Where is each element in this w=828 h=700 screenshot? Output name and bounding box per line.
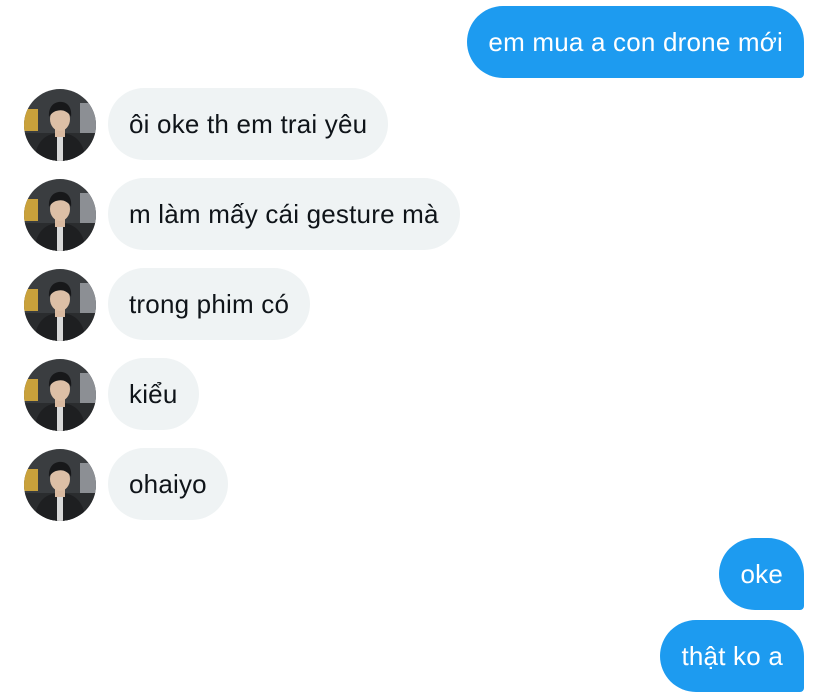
avatar-image: [24, 449, 96, 521]
avatar-image: [24, 359, 96, 431]
message-text: thật ko a: [681, 641, 783, 671]
sent-message-bubble[interactable]: oke: [719, 538, 804, 610]
received-message-bubble[interactable]: ôi oke th em trai yêu: [108, 88, 389, 160]
avatar-image: [24, 269, 96, 341]
received-message-bubble[interactable]: kiểu: [108, 358, 199, 430]
message-text: ôi oke th em trai yêu: [129, 109, 368, 139]
sent-message-bubble[interactable]: em mua a con drone mới: [467, 6, 804, 78]
avatar-image: [24, 179, 96, 251]
message-text: ohaiyo: [129, 469, 207, 499]
user-avatar[interactable]: [24, 269, 96, 341]
received-message-bubble[interactable]: ohaiyo: [108, 448, 228, 520]
message-text: trong phim có: [129, 289, 290, 319]
sent-message-bubble[interactable]: thật ko a: [660, 620, 804, 692]
message-text: em mua a con drone mới: [488, 27, 783, 57]
user-avatar[interactable]: [24, 179, 96, 251]
received-message-bubble[interactable]: trong phim có: [108, 268, 311, 340]
message-thread: em mua a con drone mới ôi oke th em trai…: [0, 0, 828, 700]
message-text: kiểu: [129, 379, 178, 409]
user-avatar[interactable]: [24, 89, 96, 161]
message-text: m làm mấy cái gesture mà: [129, 199, 439, 229]
message-text: oke: [740, 559, 783, 589]
user-avatar[interactable]: [24, 359, 96, 431]
user-avatar[interactable]: [24, 449, 96, 521]
avatar-image: [24, 89, 96, 161]
received-message-bubble[interactable]: m làm mấy cái gesture mà: [108, 178, 460, 250]
